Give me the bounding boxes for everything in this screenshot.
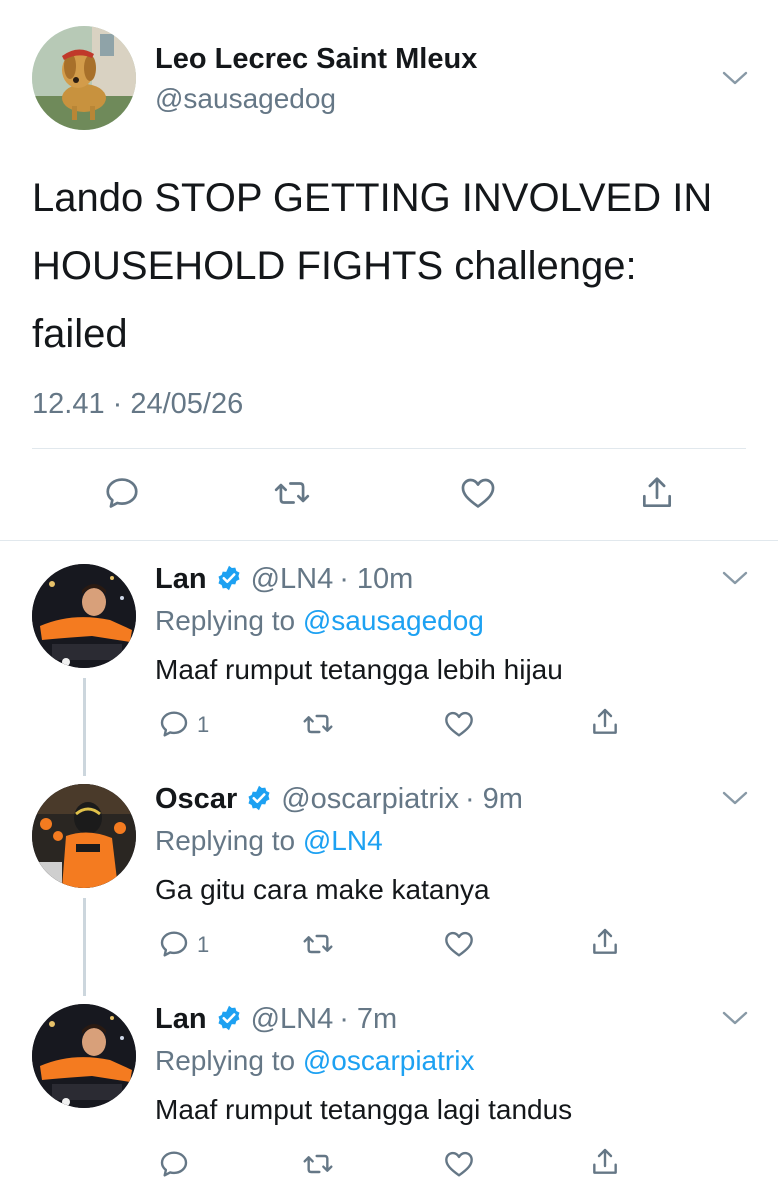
reply-3-replying-to: Replying to @oscarpiatrix	[155, 1045, 474, 1077]
retweet-icon[interactable]	[273, 474, 311, 512]
reply-icon[interactable]	[103, 474, 141, 512]
main-tweet-timestamp[interactable]: 12.41 · 24/05/26	[32, 388, 243, 421]
reply-3-text: Maaf rumput tetangga lagi tandus	[155, 1094, 573, 1125]
reply-2-time[interactable]: · 9m	[465, 783, 523, 815]
reply-3-handle[interactable]: @LN4	[251, 1003, 334, 1035]
share-icon[interactable]	[638, 474, 676, 512]
main-author-handle[interactable]: @sausagedog	[155, 83, 336, 115]
reply-3-header: Lan @LN4 · 7m	[155, 1003, 397, 1036]
reply-1-avatar[interactable]	[32, 564, 136, 668]
chevron-down-icon[interactable]	[722, 70, 748, 86]
like-icon[interactable]	[443, 928, 475, 960]
reply-2-avatar[interactable]	[32, 784, 136, 888]
lan-avatar-image	[32, 1004, 136, 1108]
like-icon[interactable]	[443, 1148, 475, 1180]
reply-count: 1	[197, 712, 210, 737]
reply-3-avatar[interactable]	[32, 1004, 136, 1108]
dog-avatar-image	[32, 26, 136, 130]
thread-line	[83, 678, 86, 776]
replying-to-label: Replying to	[155, 1045, 296, 1076]
main-author-name[interactable]: Leo Lecrec Saint Mleux	[155, 43, 477, 76]
replying-to-mention[interactable]: @LN4	[303, 825, 383, 856]
divider	[32, 448, 746, 449]
like-icon[interactable]	[459, 474, 497, 512]
chevron-down-icon[interactable]	[722, 1010, 748, 1026]
reply-2-author-name[interactable]: Oscar	[155, 783, 237, 815]
retweet-icon[interactable]	[302, 1148, 334, 1180]
replying-to-mention[interactable]: @oscarpiatrix	[303, 1045, 475, 1076]
reply-2-text: Ga gitu cara make katanya	[155, 874, 490, 905]
reply-1-replying-to: Replying to @sausagedog	[155, 605, 484, 637]
reply-2-header: Oscar @oscarpiatrix · 9m	[155, 783, 523, 816]
retweet-icon[interactable]	[302, 708, 334, 740]
verified-badge-icon	[218, 565, 240, 591]
reply-3-time[interactable]: · 7m	[339, 1003, 397, 1035]
oscar-avatar-image	[32, 784, 136, 888]
main-avatar[interactable]	[32, 26, 136, 130]
reply-3-author-name[interactable]: Lan	[155, 1003, 207, 1035]
share-icon[interactable]	[589, 926, 621, 958]
main-tweet-text: Lando STOP GETTING INVOLVED IN HOUSEHOLD…	[32, 176, 713, 356]
reply-icon[interactable]	[158, 708, 190, 740]
reply-1-time[interactable]: · 10m	[339, 563, 413, 595]
replying-to-label: Replying to	[155, 825, 296, 856]
replying-to-mention[interactable]: @sausagedog	[303, 605, 484, 636]
retweet-icon[interactable]	[302, 928, 334, 960]
reply-icon[interactable]	[158, 1148, 190, 1180]
reply-1-handle[interactable]: @LN4	[251, 563, 334, 595]
reply-2-replying-to: Replying to @LN4	[155, 825, 383, 857]
reply-1-text: Maaf rumput tetangga lebih hijau	[155, 654, 563, 685]
replying-to-label: Replying to	[155, 605, 296, 636]
reply-1-author-name[interactable]: Lan	[155, 563, 207, 595]
verified-badge-icon	[248, 785, 270, 811]
verified-badge-icon	[218, 1005, 240, 1031]
thread-line	[83, 898, 86, 996]
reply-1-header: Lan @LN4 · 10m	[155, 563, 413, 596]
chevron-down-icon[interactable]	[722, 570, 748, 586]
share-icon[interactable]	[589, 706, 621, 738]
reply-count: 1	[197, 932, 210, 957]
divider	[0, 540, 778, 541]
like-icon[interactable]	[443, 708, 475, 740]
share-icon[interactable]	[589, 1146, 621, 1178]
reply-icon[interactable]	[158, 928, 190, 960]
lan-avatar-image	[32, 564, 136, 668]
chevron-down-icon[interactable]	[722, 790, 748, 806]
reply-2-handle[interactable]: @oscarpiatrix	[281, 783, 459, 815]
